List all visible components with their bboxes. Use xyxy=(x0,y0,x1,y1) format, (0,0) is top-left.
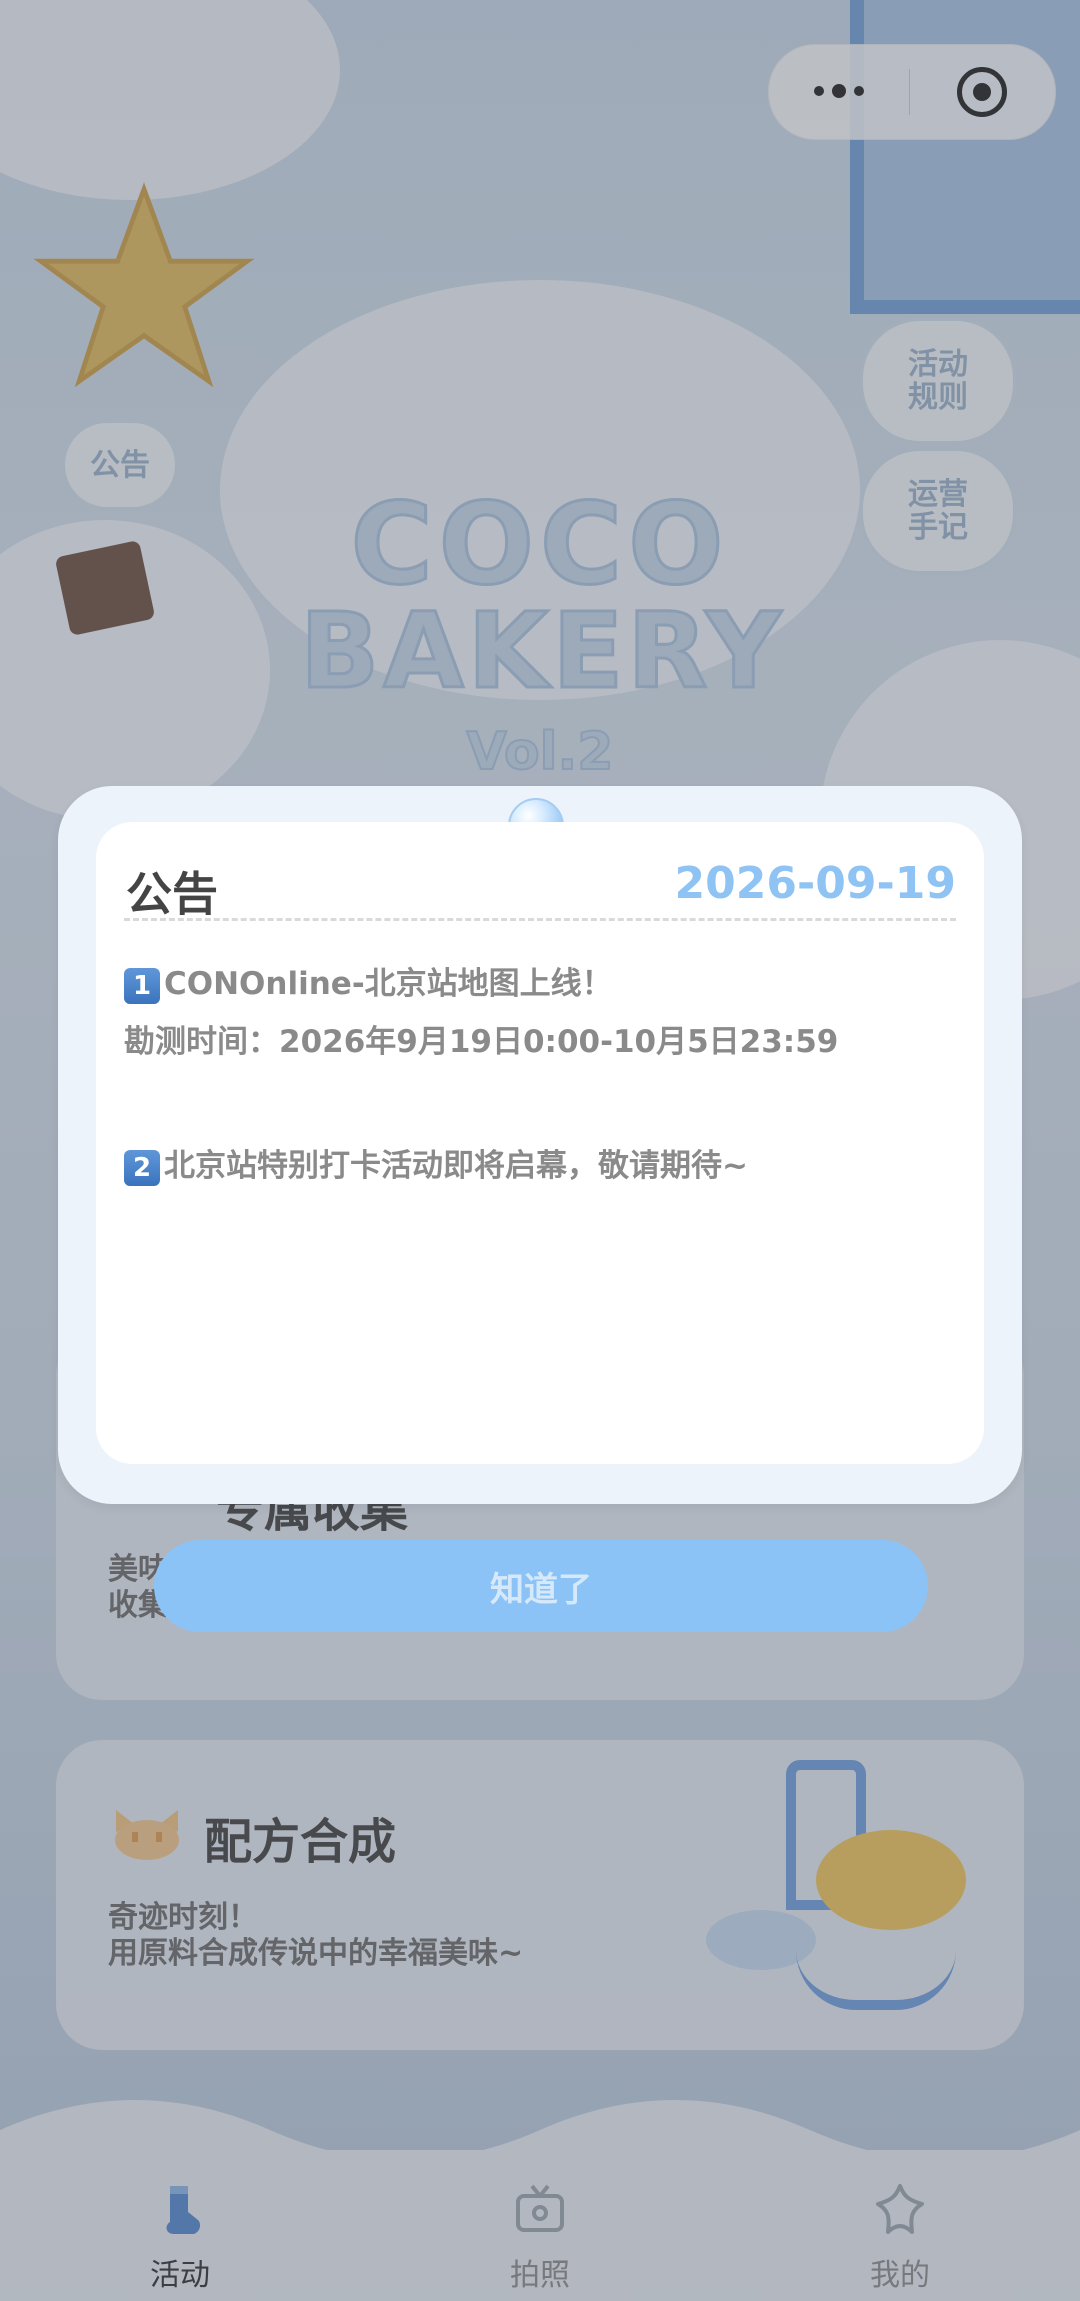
notice-item-1-time-text: 勘测时间：2026年9月19日0:00-10月5日23:59 xyxy=(124,1024,839,1060)
notice-item-2: 2 北京站特别打卡活动即将启幕，敬请期待~ xyxy=(124,1140,748,1186)
notice-item-1-text: CONOnline-北京站地图上线！ xyxy=(164,966,613,1002)
number-2-badge: 2 xyxy=(124,1149,160,1186)
app-root: 公告 活动 规则 运营 手记 COCO BAKERY Vol.2 专属收集 美味… xyxy=(0,0,1080,2301)
announcement-modal: 公告 2026-09-19 1 CONOnline-北京站地图上线！ 勘测时间：2… xyxy=(58,786,1022,1504)
number-1-badge: 1 xyxy=(124,967,160,1004)
announcement-title: 公告 xyxy=(126,867,218,921)
announcement-date: 2026-09-19 xyxy=(674,858,956,909)
notice-item-1: 1 CONOnline-北京站地图上线！ xyxy=(124,958,613,1004)
announcement-modal-body: 公告 2026-09-19 1 CONOnline-北京站地图上线！ 勘测时间：2… xyxy=(96,822,984,1464)
notice-item-2-text: 北京站特别打卡活动即将启幕，敬请期待~ xyxy=(164,1148,748,1184)
confirm-button[interactable]: 知道了 xyxy=(154,1540,928,1632)
confirm-button-label: 知道了 xyxy=(490,1569,592,1610)
dashed-divider xyxy=(124,918,956,921)
notice-item-1-time: 勘测时间：2026年9月19日0:00-10月5日23:59 xyxy=(124,1016,838,1061)
